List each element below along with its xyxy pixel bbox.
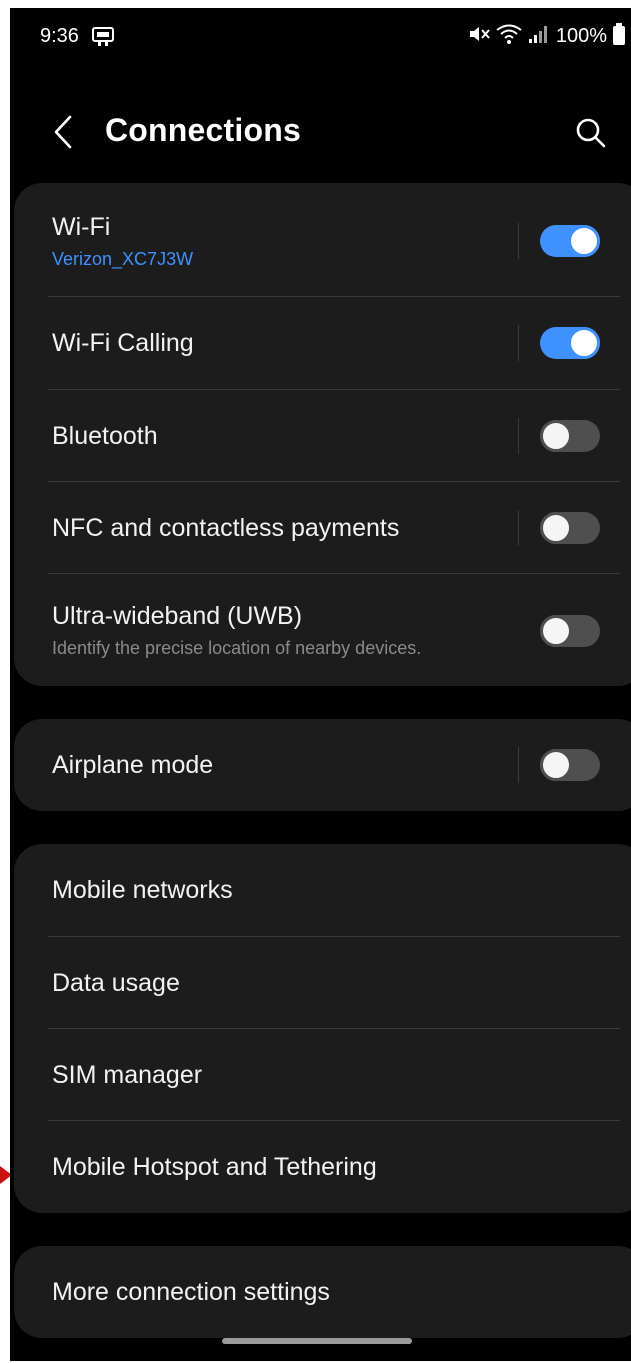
- airplane-mode-label: Airplane mode: [52, 751, 214, 779]
- bluetooth-toggle[interactable]: [540, 420, 600, 452]
- wifi-calling-toggle[interactable]: [540, 327, 600, 359]
- more-settings-card: More connection settings: [14, 1246, 631, 1338]
- uwb-toggle[interactable]: [540, 615, 600, 647]
- battery-icon: [613, 22, 625, 50]
- wireless-settings-card: Wi-Fi Verizon_XC7J3W Wi-Fi Calling Bluet…: [14, 183, 631, 686]
- airplane-mode-row[interactable]: Airplane mode: [14, 719, 631, 811]
- phone-screen: 9:36 100% Connections Wi-Fi Verizon_XC7J…: [10, 8, 631, 1361]
- more-connection-settings-label: More connection settings: [52, 1278, 330, 1306]
- search-icon: [576, 118, 606, 148]
- app-header: Connections: [10, 104, 631, 160]
- status-icons: 100%: [468, 22, 625, 50]
- divider: [518, 325, 519, 361]
- airplane-card: Airplane mode: [14, 719, 631, 811]
- bluetooth-row[interactable]: Bluetooth: [14, 390, 631, 482]
- mobile-networks-label: Mobile networks: [52, 876, 233, 904]
- mobile-hotspot-label: Mobile Hotspot and Tethering: [52, 1153, 377, 1181]
- nfc-row[interactable]: NFC and contactless payments: [14, 482, 631, 574]
- wifi-network-name: Verizon_XC7J3W: [52, 249, 194, 269]
- data-usage-row[interactable]: Data usage: [14, 937, 631, 1029]
- home-indicator[interactable]: [222, 1338, 412, 1344]
- cell-signal-icon: [528, 24, 550, 49]
- bluetooth-label: Bluetooth: [52, 422, 158, 450]
- divider: [518, 747, 519, 783]
- data-usage-label: Data usage: [52, 969, 180, 997]
- wifi-calling-label: Wi-Fi Calling: [52, 329, 194, 357]
- divider: [518, 510, 519, 546]
- sim-card-icon: [92, 27, 114, 47]
- airplane-mode-toggle[interactable]: [540, 749, 600, 781]
- sim-manager-row[interactable]: SIM manager: [14, 1029, 631, 1121]
- mute-icon: [468, 24, 490, 49]
- uwb-label: Ultra-wideband (UWB): [52, 602, 303, 630]
- status-time: 9:36: [40, 25, 79, 47]
- network-settings-card: Mobile networks Data usage SIM manager M…: [14, 844, 631, 1213]
- wifi-row[interactable]: Wi-Fi Verizon_XC7J3W: [14, 183, 631, 297]
- status-bar: 9:36 100%: [10, 8, 631, 62]
- nfc-label: NFC and contactless payments: [52, 514, 400, 542]
- nfc-toggle[interactable]: [540, 512, 600, 544]
- mobile-networks-row[interactable]: Mobile networks: [14, 844, 631, 937]
- search-button[interactable]: [572, 114, 610, 152]
- more-connection-settings-row[interactable]: More connection settings: [14, 1246, 631, 1338]
- divider: [518, 418, 519, 454]
- page-title: Connections: [105, 112, 301, 148]
- divider: [518, 223, 519, 259]
- uwb-row[interactable]: Ultra-wideband (UWB) Identify the precis…: [14, 574, 631, 686]
- uwb-description: Identify the precise location of nearby …: [52, 638, 422, 658]
- wifi-toggle[interactable]: [540, 225, 600, 257]
- wifi-signal-icon: [496, 24, 522, 49]
- wifi-calling-row[interactable]: Wi-Fi Calling: [14, 297, 631, 390]
- mobile-hotspot-row[interactable]: Mobile Hotspot and Tethering: [14, 1121, 631, 1213]
- back-button[interactable]: [46, 110, 80, 154]
- sim-manager-label: SIM manager: [52, 1061, 203, 1089]
- battery-percent: 100%: [555, 24, 607, 47]
- chevron-left-icon: [54, 115, 72, 149]
- wifi-label: Wi-Fi: [52, 213, 111, 241]
